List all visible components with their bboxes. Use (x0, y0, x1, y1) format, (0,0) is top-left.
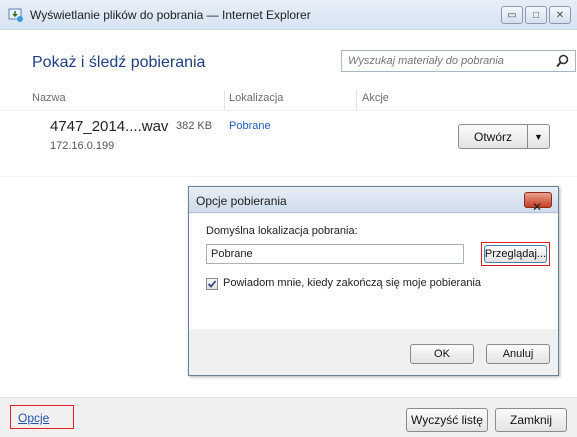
header-divider (0, 110, 577, 111)
cancel-button[interactable]: Anuluj (486, 344, 550, 364)
chevron-down-icon: ▼ (534, 131, 543, 142)
download-host: 172.16.0.199 (50, 140, 115, 152)
download-manager-icon (8, 8, 23, 22)
title-bar: Wyświetlanie plików do pobrania — Intern… (0, 0, 577, 30)
open-button[interactable]: Otwórz (458, 124, 528, 149)
options-link[interactable]: Opcje (18, 411, 49, 425)
ok-button[interactable]: OK (410, 344, 474, 364)
close-window-button[interactable]: Zamknij (495, 408, 567, 432)
column-separator (356, 90, 357, 110)
dialog-close-button[interactable]: ✕ (524, 192, 552, 214)
open-dropdown-button[interactable]: ▼ (527, 124, 550, 149)
dialog-title-bar: Opcje pobierania ✕ (189, 187, 558, 214)
notify-checkbox-label[interactable]: Powiadom mnie, kiedy zakończą się moje p… (223, 277, 481, 289)
download-options-dialog: Opcje pobierania ✕ Domyślna lokalizacja … (188, 186, 559, 376)
maximize-icon: □ (532, 9, 540, 21)
page-title: Pokaż i śledź pobierania (32, 54, 206, 71)
column-header-name[interactable]: Nazwa (32, 92, 66, 109)
default-location-field[interactable] (206, 244, 464, 264)
checkmark-icon (207, 280, 217, 288)
notify-checkbox[interactable] (206, 278, 218, 290)
maximize-button[interactable]: □ (525, 6, 547, 24)
options-link-highlight: Opcje (10, 405, 74, 429)
close-icon: ✕ (532, 200, 543, 214)
search-icon[interactable] (556, 54, 569, 68)
column-header-location[interactable]: Lokalizacja (229, 92, 283, 109)
default-location-label: Domyślna lokalizacja pobrania: (206, 225, 358, 237)
close-button[interactable]: ✕ (549, 6, 571, 24)
close-icon: ✕ (555, 9, 565, 21)
download-file-size: 382 KB (176, 120, 213, 132)
download-location-link[interactable]: Pobrane (229, 120, 271, 132)
search-box[interactable] (341, 50, 576, 72)
dialog-title: Opcje pobierania (196, 194, 287, 208)
download-file-name[interactable]: 4747_2014....wav (50, 118, 168, 135)
window-title: Wyświetlanie plików do pobrania — Intern… (30, 8, 311, 22)
clear-list-button[interactable]: Wyczyść listę (406, 408, 488, 432)
downloads-window: Wyświetlanie plików do pobrania — Intern… (0, 0, 577, 437)
row-divider (0, 176, 577, 177)
minimize-icon: ▭ (507, 9, 517, 21)
browse-button[interactable]: Przeglądaj... (484, 245, 547, 263)
minimize-button[interactable]: ▭ (501, 6, 523, 24)
column-header-actions[interactable]: Akcje (362, 92, 389, 109)
column-separator (224, 90, 225, 110)
footer-bar (0, 397, 577, 437)
search-input[interactable] (342, 51, 542, 71)
